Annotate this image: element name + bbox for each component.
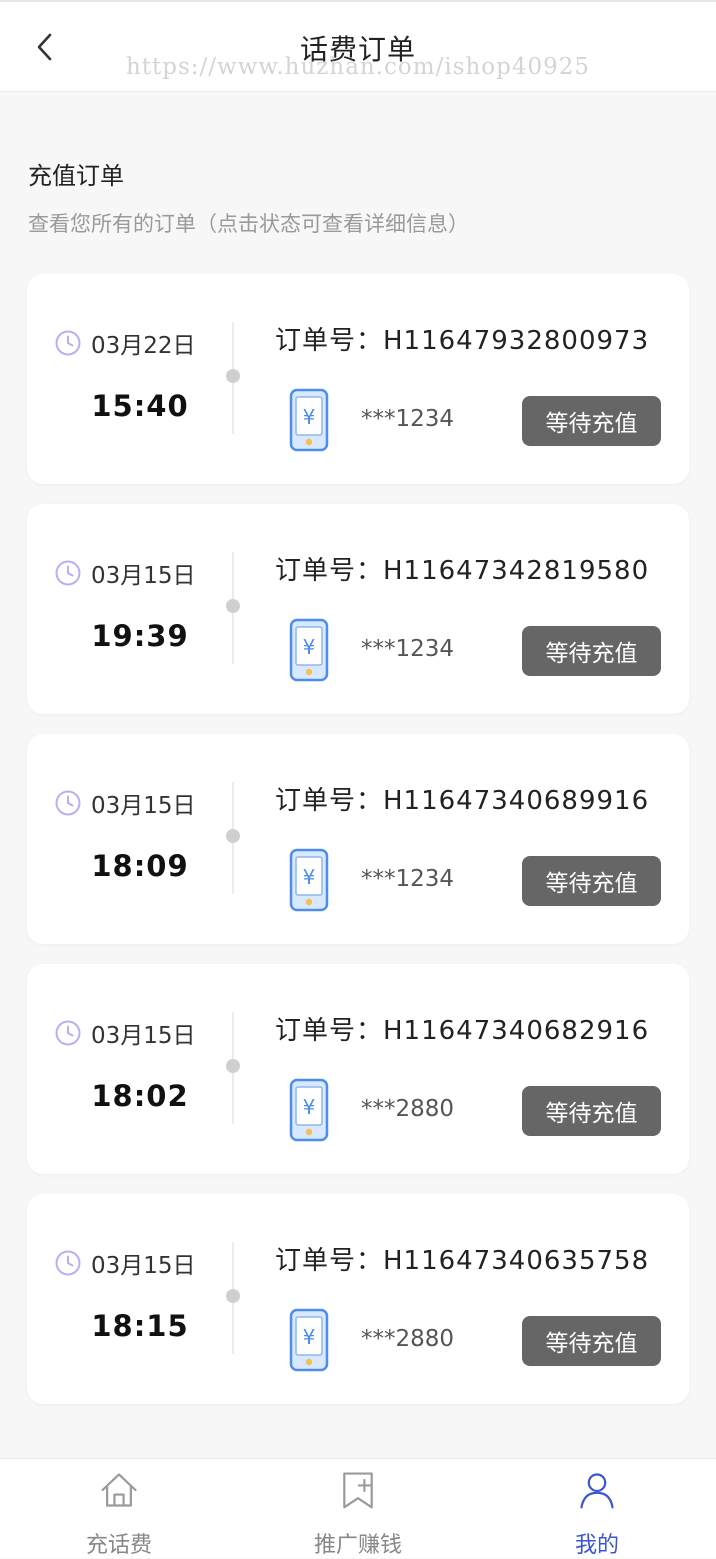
clock-icon [54, 559, 82, 587]
svg-text:¥: ¥ [303, 865, 316, 889]
clock-icon [54, 789, 82, 817]
order-date-row: 03月15日 [54, 556, 196, 590]
order-date-row: 03月22日 [54, 326, 196, 360]
tab-label: 推广赚钱 [313, 1533, 402, 1558]
order-number: 订单号：H11647932800973 [275, 326, 650, 356]
main-content: 充值订单 查看您所有的订单（点击状态可查看详细信息） 03月22日 15:40 … [0, 92, 716, 1458]
order-card[interactable]: 03月15日 18:15 订单号：H11647340635758 ¥ ***28… [27, 1194, 689, 1404]
masked-phone-number: ***2880 [361, 1096, 455, 1122]
tab-label: 充话费 [85, 1533, 152, 1558]
order-date-row: 03月15日 [54, 1246, 196, 1280]
order-date: 03月15日 [91, 1253, 196, 1279]
page-title: 话费订单 [299, 33, 416, 66]
order-date-row: 03月15日 [54, 1016, 196, 1050]
masked-phone-number: ***1234 [361, 866, 455, 892]
order-time: 19:39 [91, 619, 189, 653]
phone-recharge-icon: ¥ [289, 388, 329, 452]
svg-text:¥: ¥ [303, 1095, 316, 1119]
clock-icon [54, 1249, 82, 1277]
phone-recharge-icon: ¥ [289, 1078, 329, 1142]
order-time: 18:15 [91, 1309, 189, 1343]
tab-promote[interactable]: 推广赚钱 [239, 1459, 477, 1559]
masked-phone-number: ***1234 [361, 636, 455, 662]
order-date: 03月15日 [91, 563, 196, 589]
order-number: 订单号：H11647340682916 [275, 1016, 650, 1046]
phone-recharge-icon: ¥ [289, 1308, 329, 1372]
bookmark-plus-icon [343, 1472, 373, 1509]
order-card[interactable]: 03月15日 19:39 订单号：H11647342819580 ¥ ***12… [27, 504, 689, 714]
order-time: 15:40 [91, 389, 189, 423]
phone-recharge-icon: ¥ [289, 618, 329, 682]
order-status-button[interactable]: 等待充值 [522, 1316, 661, 1366]
top-nav-bar: 话费订单 https://www.huzhan.com/ishop40925 [0, 0, 716, 92]
timeline-dot [226, 1289, 240, 1303]
phone-recharge-icon: ¥ [289, 848, 329, 912]
section-subtitle: 查看您所有的订单（点击状态可查看详细信息） [28, 212, 469, 236]
order-status-button[interactable]: 等待充值 [522, 1086, 661, 1136]
svg-text:¥: ¥ [303, 1325, 316, 1349]
section-title: 充值订单 [28, 162, 124, 190]
order-card[interactable]: 03月22日 15:40 订单号：H11647932800973 ¥ ***12… [27, 274, 689, 484]
order-date: 03月15日 [91, 793, 196, 819]
masked-phone-number: ***1234 [361, 406, 455, 432]
order-date-row: 03月15日 [54, 786, 196, 820]
order-time: 18:02 [91, 1079, 189, 1113]
timeline-dot [226, 369, 240, 383]
timeline-dot [226, 599, 240, 613]
bottom-tab-bar: 充话费 推广赚钱 我的 [0, 1458, 716, 1558]
order-time: 18:09 [91, 849, 189, 883]
order-date: 03月22日 [91, 333, 196, 359]
order-status-button[interactable]: 等待充值 [522, 856, 661, 906]
svg-text:¥: ¥ [303, 635, 316, 659]
home-icon [101, 1473, 137, 1507]
order-number: 订单号：H11647342819580 [275, 556, 650, 586]
order-number: 订单号：H11647340689916 [275, 786, 650, 816]
timeline-dot [226, 1059, 240, 1073]
order-number: 订单号：H11647340635758 [275, 1246, 650, 1276]
order-date: 03月15日 [91, 1023, 196, 1049]
svg-text:¥: ¥ [303, 405, 316, 429]
clock-icon [54, 1019, 82, 1047]
order-card[interactable]: 03月15日 18:09 订单号：H11647340689916 ¥ ***12… [27, 734, 689, 944]
user-icon [580, 1473, 614, 1509]
order-status-button[interactable]: 等待充值 [522, 626, 661, 676]
tab-mine[interactable]: 我的 [478, 1459, 716, 1559]
tab-label: 我的 [574, 1533, 619, 1558]
order-card[interactable]: 03月15日 18:02 订单号：H11647340682916 ¥ ***28… [27, 964, 689, 1174]
order-status-button[interactable]: 等待充值 [522, 396, 661, 446]
tab-recharge[interactable]: 充话费 [0, 1459, 238, 1559]
order-list: 03月22日 15:40 订单号：H11647932800973 ¥ ***12… [27, 274, 689, 1424]
timeline-dot [226, 829, 240, 843]
masked-phone-number: ***2880 [361, 1326, 455, 1352]
clock-icon [54, 329, 82, 357]
